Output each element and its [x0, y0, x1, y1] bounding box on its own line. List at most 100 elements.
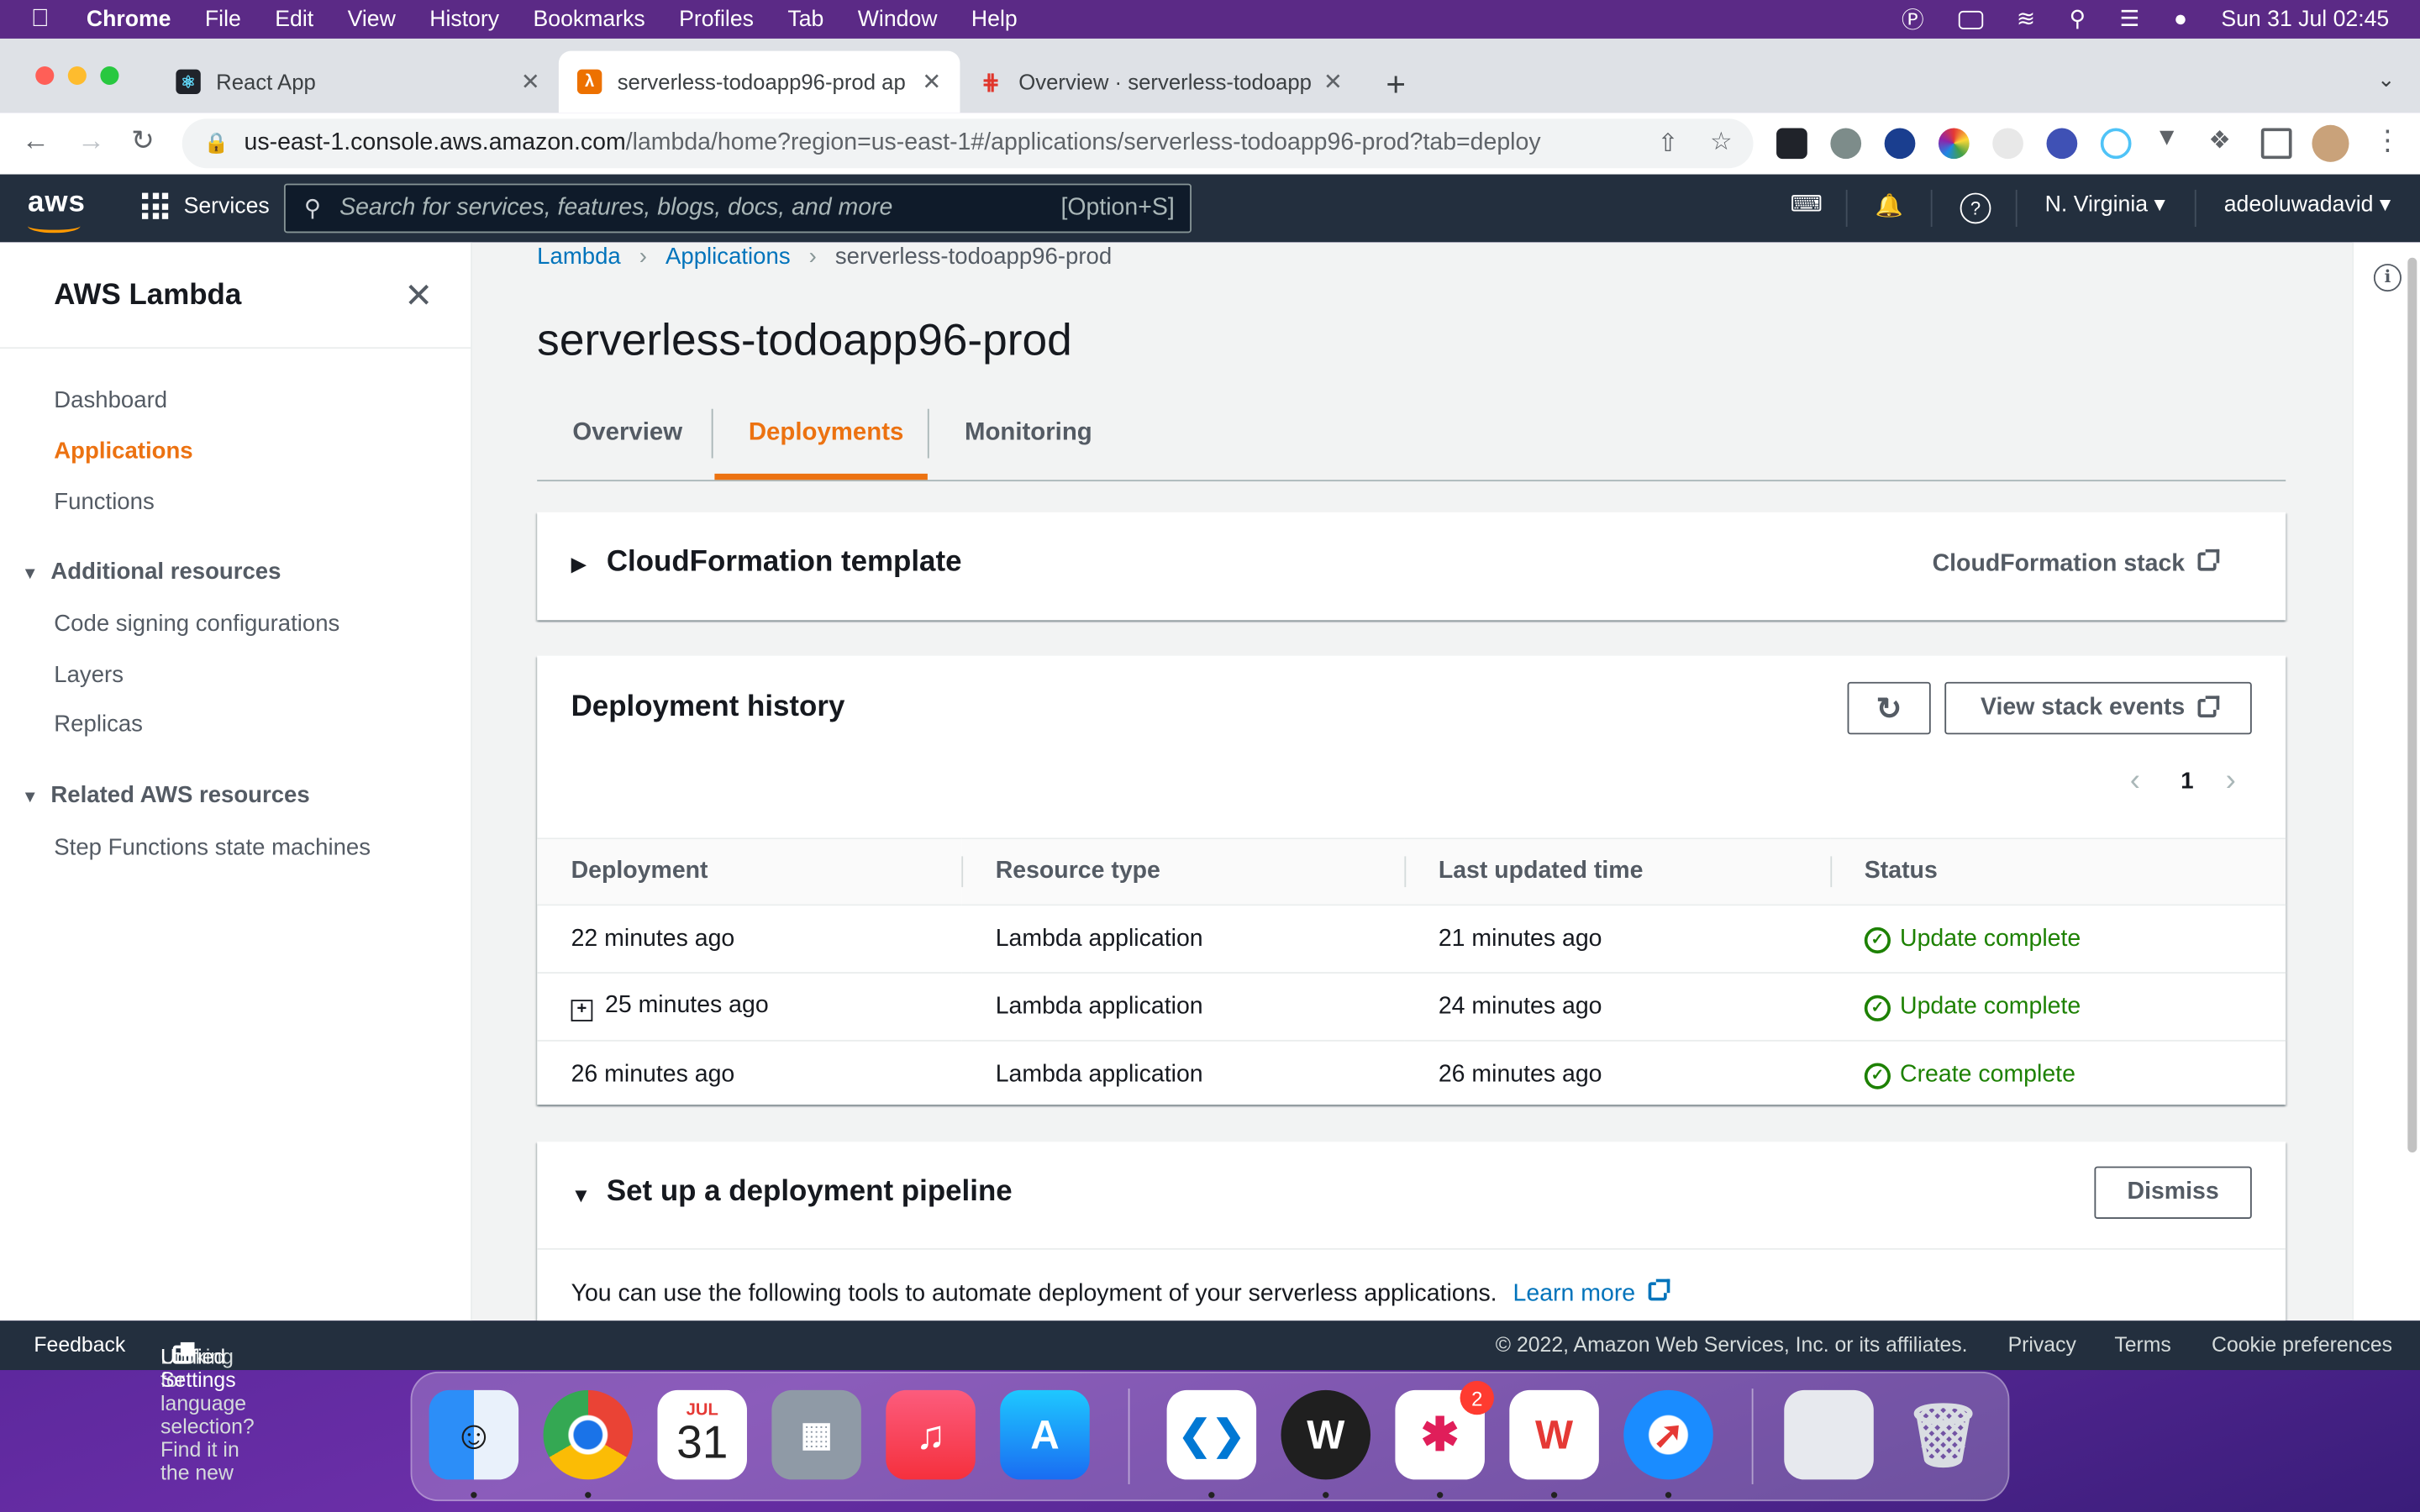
menu-tab[interactable]: Tab — [787, 7, 823, 31]
chrome-dock-icon[interactable] — [543, 1389, 634, 1480]
breadcrumb-lambda[interactable]: Lambda — [537, 244, 621, 270]
color-picker-extension-icon[interactable] — [1938, 128, 1970, 160]
forward-arrow-icon[interactable]: → — [77, 125, 105, 158]
sidebar-item-layers[interactable]: Layers — [54, 662, 124, 688]
window-minimize-button[interactable] — [67, 66, 87, 86]
sidebar-item-applications[interactable]: Applications — [54, 438, 192, 465]
column-header-resource-type[interactable]: Resource type — [961, 837, 1405, 906]
next-page-icon[interactable]: › — [2226, 764, 2236, 799]
share-icon[interactable]: ⇧ — [1658, 128, 1679, 159]
new-tab-plus-icon[interactable]: + — [1386, 65, 1406, 105]
close-sidenav-icon[interactable]: ✕ — [404, 276, 433, 317]
info-panel-icon[interactable]: i — [2373, 264, 2402, 292]
notifications-bell-icon[interactable]: 🔔 — [1876, 193, 1903, 218]
cloudshell-icon[interactable]: ⌨ — [1791, 193, 1823, 218]
current-page-number[interactable]: 1 — [2181, 769, 2193, 795]
control-center-icon[interactable]: ☰ — [2120, 7, 2140, 31]
finder-dock-icon[interactable]: ☺ — [429, 1389, 519, 1480]
reload-icon[interactable]: ↻ — [131, 125, 155, 158]
extension-icon[interactable] — [1992, 128, 2023, 160]
column-header-last-updated[interactable]: Last updated time — [1404, 837, 1831, 906]
vscode-dock-icon[interactable]: ❮❯ — [1166, 1389, 1257, 1480]
account-menu[interactable]: adeoluwadavid ▾ — [2224, 193, 2391, 218]
safari-dock-icon[interactable]: ➚ — [1623, 1389, 1713, 1480]
extension-icon[interactable] — [2046, 128, 2078, 160]
prev-page-icon[interactable]: ‹ — [2130, 764, 2140, 799]
chrome-menu-icon[interactable]: ⋮ — [2374, 125, 2402, 158]
menu-app-name[interactable]: Chrome — [87, 7, 171, 31]
sidebar-item-replicas[interactable]: Replicas — [54, 711, 143, 738]
menu-datetime[interactable]: Sun 31 Jul 02:45 — [2221, 7, 2389, 31]
sidebar-item-dashboard[interactable]: Dashboard — [54, 387, 167, 413]
menu-file[interactable]: File — [205, 7, 241, 31]
menu-view[interactable]: View — [348, 7, 396, 31]
view-stack-events-button[interactable]: View stack events — [1944, 681, 2252, 735]
apple-menu-icon[interactable]:  — [31, 5, 59, 33]
status-w-icon[interactable]: Ⓟ — [1902, 3, 1924, 36]
privacy-link[interactable]: Privacy — [2008, 1333, 2076, 1357]
sidebar-item-code-signing[interactable]: Code signing configurations — [54, 611, 339, 637]
caret-down-icon[interactable]: ▼ — [571, 1184, 592, 1207]
window-close-button[interactable] — [35, 66, 55, 86]
address-bar[interactable]: 🔒 us-east-1.console.aws.amazon.com/lambd… — [182, 118, 1754, 169]
tab-close-icon[interactable]: ✕ — [922, 68, 941, 96]
column-header-status[interactable]: Status — [1830, 837, 2286, 906]
spotlight-search-icon[interactable]: ⚲ — [2070, 7, 2086, 31]
column-header-deployment[interactable]: Deployment — [537, 837, 962, 906]
sidebar-item-functions[interactable]: Functions — [54, 489, 154, 515]
cloudformation-stack-link[interactable]: CloudFormation stack — [1933, 549, 2219, 579]
menu-window[interactable]: Window — [858, 7, 938, 31]
side-panel-icon[interactable] — [2260, 128, 2292, 160]
trash-dock-icon[interactable]: 🗑 — [1898, 1390, 1988, 1480]
cookie-preferences-link[interactable]: Cookie preferences — [2212, 1333, 2392, 1357]
siri-icon[interactable]: ● — [2174, 7, 2187, 31]
tab-close-icon[interactable]: ✕ — [1323, 68, 1343, 96]
warp-dock-icon[interactable]: W — [1281, 1389, 1371, 1480]
refresh-button[interactable]: ↻ — [1847, 681, 1931, 735]
extension-icon[interactable] — [1830, 128, 1862, 160]
browser-tab-lambda[interactable]: λ serverless-todoapp96-prod ap ✕ — [558, 50, 960, 113]
browser-tab-react-app[interactable]: ⚛ React App ✕ — [157, 51, 559, 113]
menu-help[interactable]: Help — [971, 7, 1018, 31]
menu-history[interactable]: History — [429, 7, 499, 31]
wps-office-dock-icon[interactable]: W — [1509, 1389, 1599, 1480]
tab-close-icon[interactable]: ✕ — [521, 68, 540, 96]
wifi-icon[interactable]: ≋ — [2017, 7, 2035, 31]
learn-more-link[interactable]: Learn more — [1513, 1278, 1670, 1307]
downloads-stack-dock-icon[interactable] — [1784, 1389, 1874, 1480]
menu-profiles[interactable]: Profiles — [679, 7, 754, 31]
expand-plus-icon[interactable]: + — [571, 1000, 593, 1021]
sidebar-section-related-resources[interactable]: ▼ Related AWS resources — [22, 782, 310, 808]
aws-logo[interactable]: aws — [28, 186, 86, 234]
app-store-dock-icon[interactable]: A — [1000, 1389, 1090, 1480]
sidebar-item-step-functions[interactable]: Step Functions state machines — [54, 835, 371, 861]
back-arrow-icon[interactable]: ← — [22, 125, 50, 158]
extension-icon[interactable] — [2100, 128, 2132, 160]
battery-icon[interactable] — [1958, 9, 1983, 29]
feedback-link[interactable]: Feedback — [34, 1333, 125, 1357]
lock-icon[interactable]: 🔒 — [203, 131, 229, 155]
tab-deployments[interactable]: Deployments — [749, 420, 904, 448]
tab-overview[interactable]: Overview — [572, 420, 682, 448]
bookmark-star-icon[interactable]: ☆ — [1710, 127, 1732, 158]
dismiss-button[interactable]: Dismiss — [2094, 1166, 2252, 1220]
browser-tab-overview[interactable]: ⋕ Overview · serverless-todoapp ✕ — [960, 51, 1361, 113]
launchpad-dock-icon[interactable]: ▦ — [771, 1389, 861, 1480]
checkmark-extension-icon[interactable] — [1884, 128, 1916, 160]
cloudformation-template-heading[interactable]: CloudFormation template — [607, 546, 962, 580]
menu-bookmarks[interactable]: Bookmarks — [534, 7, 645, 31]
react-devtools-extension-icon[interactable] — [1776, 128, 1807, 160]
extensions-puzzle-icon[interactable]: ❖ — [2208, 125, 2239, 156]
menu-edit[interactable]: Edit — [275, 7, 313, 31]
sidebar-section-additional-resources[interactable]: ▼ Additional resources — [22, 559, 281, 585]
services-menu[interactable]: Services — [141, 192, 270, 219]
vue-devtools-extension-icon[interactable]: ▼ — [2154, 125, 2186, 156]
aws-search-input[interactable]: ⚲ Search for services, features, blogs, … — [283, 183, 1192, 234]
terms-link[interactable]: Terms — [2114, 1333, 2171, 1357]
music-dock-icon[interactable]: ♫ — [886, 1389, 976, 1480]
tab-search-chevron-icon[interactable]: ⌄ — [2377, 66, 2396, 92]
calendar-dock-icon[interactable]: JUL 31 — [657, 1389, 747, 1480]
profile-avatar[interactable] — [2312, 124, 2349, 162]
pipeline-heading[interactable]: Set up a deployment pipeline — [607, 1176, 1013, 1210]
breadcrumb-applications[interactable]: Applications — [666, 244, 791, 270]
